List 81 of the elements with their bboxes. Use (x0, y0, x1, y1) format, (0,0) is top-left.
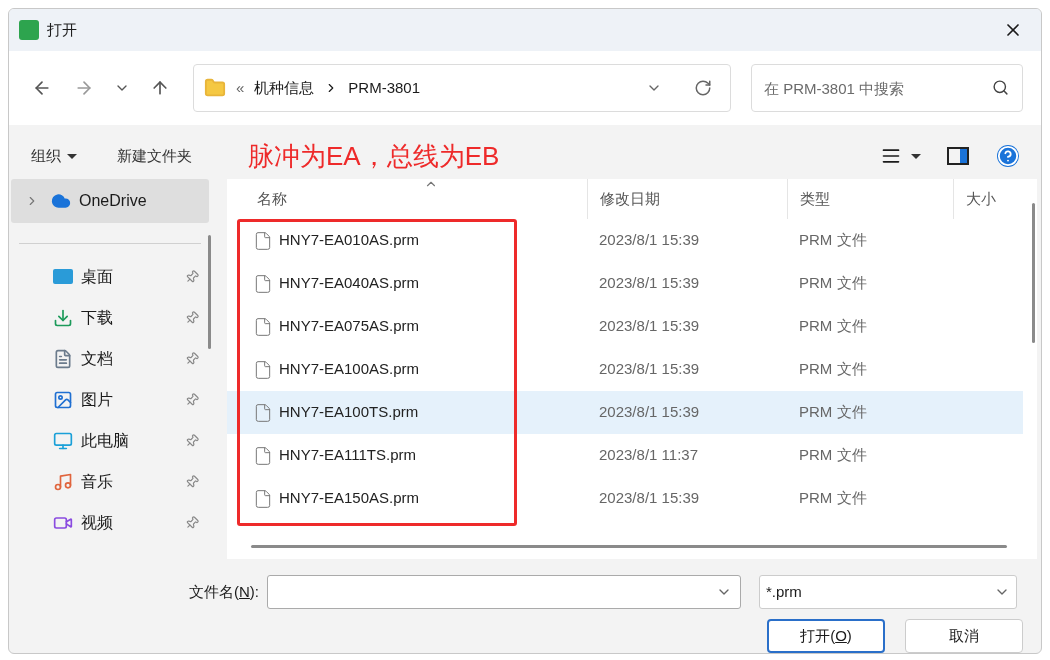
new-folder-button[interactable]: 新建文件夹 (117, 144, 192, 168)
folder-icon (204, 77, 226, 99)
modified-date: 2023/8/1 15:39 (598, 402, 701, 423)
refresh-icon[interactable] (694, 79, 712, 97)
sidebar-item[interactable]: 音乐 (9, 461, 211, 502)
file-row[interactable]: HNY7-EA040AS.prm 2023/8/1 15:39 PRM 文件 (227, 262, 1023, 305)
file-icon (253, 316, 273, 337)
file-name: HNY7-EA150AS.prm (279, 488, 420, 509)
file-name: HNY7-EA100AS.prm (279, 359, 420, 380)
list-view-icon (881, 146, 901, 166)
cancel-button[interactable]: 取消 (905, 619, 1023, 653)
file-type: PRM 文件 (798, 402, 868, 423)
sidebar-item[interactable]: 图片 (9, 379, 211, 420)
address-bar[interactable]: « 机种信息 PRM-3801 (193, 64, 731, 112)
sidebar-item[interactable]: OneDrive (11, 179, 209, 223)
modified-date: 2023/8/1 11:37 (598, 445, 699, 466)
file-row[interactable]: HNY7-EA075AS.prm 2023/8/1 15:39 PRM 文件 (227, 305, 1023, 348)
sidebar-item[interactable]: 桌面 (9, 256, 211, 297)
file-icon (253, 488, 273, 509)
open-button[interactable]: 打开(O) (767, 619, 885, 653)
modified-date: 2023/8/1 15:39 (598, 488, 701, 509)
document-icon (53, 348, 73, 369)
sidebar-item[interactable]: 视频 (9, 502, 211, 543)
file-row[interactable]: HNY7-EA100AS.prm 2023/8/1 15:39 PRM 文件 (227, 348, 1023, 391)
modified-date: 2023/8/1 15:39 (598, 316, 701, 337)
file-type: PRM 文件 (798, 316, 868, 337)
sidebar-item[interactable]: 文档 (9, 338, 211, 379)
file-row[interactable]: HNY7-EA150AS.prm 2023/8/1 15:39 PRM 文件 (227, 477, 1023, 520)
file-type: PRM 文件 (798, 445, 868, 466)
file-row[interactable]: HNY7-EA010AS.prm 2023/8/1 15:39 PRM 文件 (227, 219, 1023, 262)
file-icon (253, 359, 273, 380)
scrollbar-thumb[interactable] (208, 235, 211, 349)
file-icon (253, 445, 273, 466)
file-icon (253, 230, 273, 251)
app-logo-icon (19, 20, 39, 40)
filename-field[interactable] (267, 575, 741, 609)
sidebar-item[interactable]: 此电脑 (9, 420, 211, 461)
vertical-scrollbar-thumb[interactable] (1032, 203, 1035, 343)
dropdown-caret-icon (911, 153, 921, 159)
file-icon (253, 273, 273, 294)
music-note-icon (53, 471, 73, 492)
column-header[interactable]: 修改日期 (587, 179, 787, 219)
window-title: 打开 (47, 19, 77, 40)
download-icon (53, 307, 73, 328)
filename-label: 文件名(N): (189, 581, 259, 602)
file-name: HNY7-EA100TS.prm (279, 402, 419, 423)
cloud-icon (51, 191, 71, 211)
file-name: HNY7-EA111TS.prm (279, 445, 416, 466)
file-icon (253, 402, 273, 423)
breadcrumb-item[interactable]: PRM-3801 (348, 76, 421, 100)
file-type: PRM 文件 (798, 230, 868, 251)
file-type-filter[interactable]: *.prm (759, 575, 1017, 609)
column-header[interactable]: 大小 (953, 179, 1009, 219)
search-icon (992, 79, 1009, 96)
horizontal-scrollbar-thumb[interactable] (251, 545, 1007, 548)
search-field[interactable]: 在 PRM-3801 中搜索 (751, 64, 1023, 112)
file-type: PRM 文件 (798, 488, 868, 509)
annotation-text: 脉冲为EA，总线为EB (248, 139, 500, 173)
desktop-icon (53, 269, 73, 284)
file-row[interactable]: HNY7-EA111TS.prm 2023/8/1 11:37 PRM 文件 (227, 434, 1023, 477)
file-name: HNY7-EA010AS.prm (279, 230, 420, 251)
column-header[interactable]: 类型 (787, 179, 953, 219)
view-menu-button[interactable] (881, 146, 921, 166)
file-type: PRM 文件 (798, 273, 868, 294)
help-button[interactable] (997, 145, 1019, 167)
file-name: HNY7-EA040AS.prm (279, 273, 420, 294)
overflow-chevron[interactable]: « (236, 76, 245, 100)
sidebar-item[interactable]: 下载 (9, 297, 211, 338)
dropdown-caret-icon (67, 153, 77, 159)
breadcrumb-item[interactable]: 机种信息 (254, 76, 315, 100)
file-type: PRM 文件 (798, 359, 868, 380)
column-header[interactable]: 名称 (227, 179, 587, 219)
modified-date: 2023/8/1 15:39 (598, 230, 701, 251)
preview-pane-button[interactable] (947, 147, 969, 165)
organize-menu-button[interactable]: 组织 (31, 144, 77, 168)
file-row[interactable]: HNY7-EA100TS.prm 2023/8/1 15:39 PRM 文件 (227, 391, 1023, 434)
file-name: HNY7-EA075AS.prm (279, 316, 420, 337)
modified-date: 2023/8/1 15:39 (598, 359, 701, 380)
image-icon (53, 389, 73, 410)
monitor-icon (53, 430, 73, 451)
modified-date: 2023/8/1 15:39 (598, 273, 701, 294)
